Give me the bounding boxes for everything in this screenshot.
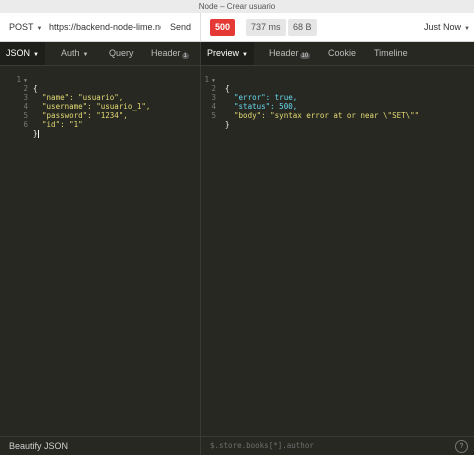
line-number: 6 bbox=[23, 120, 28, 129]
code-line: 6 } bbox=[0, 111, 200, 138]
chevron-down-icon: ▼ bbox=[36, 26, 43, 32]
response-time-badge: 737 ms bbox=[246, 19, 286, 36]
header-count-badge: 1 bbox=[181, 53, 189, 59]
text-cursor bbox=[37, 130, 39, 138]
tab-response-header[interactable]: Header 10 bbox=[269, 42, 311, 65]
url-input[interactable]: https://backend-node-lime.now bbox=[49, 22, 161, 32]
request-footer: Beautify JSON bbox=[0, 436, 200, 455]
request-body-editor[interactable]: 1 ▼ { 2 "name": "usuario", 3 "username":… bbox=[0, 66, 200, 138]
code-line: 3 "username": "usuario_1", bbox=[0, 84, 200, 111]
history-label: Just Now bbox=[424, 22, 462, 32]
header-count-badge: 10 bbox=[299, 53, 311, 59]
method-dropdown[interactable]: POST ▼ bbox=[9, 22, 42, 32]
send-button[interactable]: Send bbox=[170, 22, 191, 32]
code-line: 4 "body": "syntax error at or near \"SET… bbox=[201, 93, 474, 120]
response-history-dropdown[interactable]: Just Now ▼ bbox=[424, 22, 470, 32]
beautify-json-button[interactable]: Beautify JSON bbox=[9, 441, 68, 451]
tab-timeline[interactable]: Timeline bbox=[374, 42, 408, 65]
method-label: POST bbox=[9, 22, 34, 32]
status-badge: 500 bbox=[210, 19, 235, 36]
code-line: 4 "password": "1234", bbox=[0, 93, 200, 120]
tab-query[interactable]: Query bbox=[109, 42, 134, 65]
tab-auth[interactable]: Auth ▼ bbox=[61, 42, 88, 65]
code-line: 5 } bbox=[201, 102, 474, 129]
code-line: 2 "error": true, bbox=[201, 75, 474, 102]
url-bar: POST ▼ https://backend-node-lime.now Send… bbox=[0, 13, 474, 42]
code-line: 1 ▼ { bbox=[201, 66, 474, 93]
code-line: 1 ▼ { bbox=[0, 66, 200, 93]
chevron-down-icon: ▼ bbox=[33, 52, 39, 58]
response-size-badge: 68 B bbox=[288, 19, 317, 36]
code-line: 2 "name": "usuario", bbox=[0, 75, 200, 102]
tab-json[interactable]: JSON ▼ bbox=[0, 42, 45, 65]
help-icon[interactable]: ? bbox=[455, 440, 468, 453]
code-line: 5 "id": "1" bbox=[0, 102, 200, 129]
window-title: Node – Crear usuario bbox=[0, 0, 474, 13]
line-number: 5 bbox=[211, 111, 216, 120]
response-tabs: Preview ▼ Header 10 Cookie Timeline bbox=[201, 42, 474, 66]
chevron-down-icon: ▼ bbox=[242, 52, 248, 58]
tab-preview[interactable]: Preview ▼ bbox=[201, 42, 254, 65]
code-line: 3 "status": 500, bbox=[201, 84, 474, 111]
request-tabs: JSON ▼ Auth ▼ Query Header 1 bbox=[0, 42, 200, 66]
response-footer: $.store.books[*].author ? bbox=[201, 436, 474, 455]
tab-request-header[interactable]: Header 1 bbox=[151, 42, 189, 65]
tab-cookie[interactable]: Cookie bbox=[328, 42, 356, 65]
chevron-down-icon: ▼ bbox=[464, 26, 470, 32]
chevron-down-icon: ▼ bbox=[82, 52, 89, 58]
url-bar-divider bbox=[200, 13, 201, 42]
jsonpath-filter-input[interactable]: $.store.books[*].author bbox=[210, 441, 314, 450]
response-preview: 1 ▼ { 2 "error": true, 3 "status": 500, … bbox=[201, 66, 474, 129]
